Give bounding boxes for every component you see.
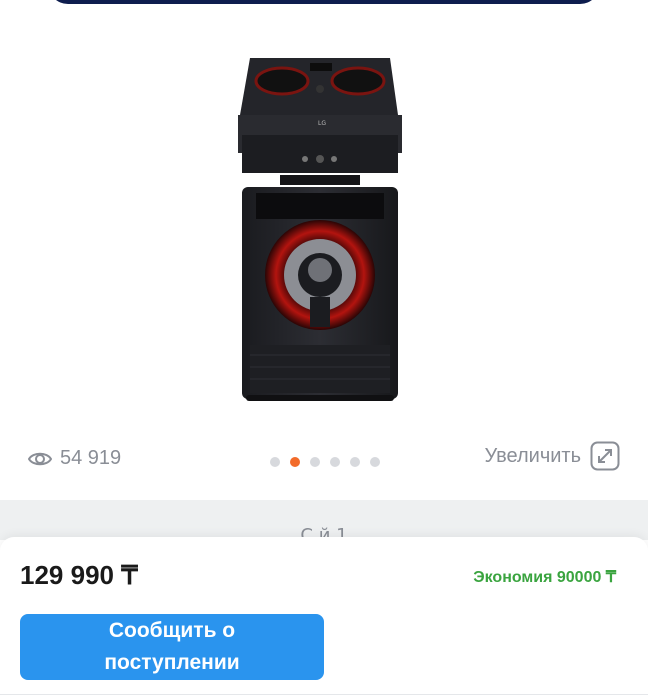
- zoom-label: Увеличить: [484, 444, 581, 467]
- views-count: 54 919: [60, 447, 122, 469]
- notify-availability-button[interactable]: Сообщить о поступлении: [20, 614, 324, 680]
- purchase-panel: 129 990 ₸ Экономия 90000 ₸ Сообщить о по…: [0, 537, 648, 699]
- pagination-dot[interactable]: [370, 457, 380, 467]
- expand-icon: [590, 441, 620, 471]
- notify-button-line1: Сообщить о: [108, 619, 236, 642]
- notify-button-line2: поступлении: [104, 651, 240, 674]
- zoom-button[interactable]: Увеличить: [485, 441, 620, 471]
- pagination-dot[interactable]: [310, 457, 320, 467]
- eye-icon: [28, 452, 52, 465]
- views-counter: 54 919: [28, 447, 121, 470]
- pagination-dot[interactable]: [350, 457, 360, 467]
- svg-text:LG: LG: [318, 120, 326, 127]
- pagination-dot[interactable]: [330, 457, 340, 467]
- price: 129 990 ₸: [20, 560, 138, 590]
- bottom-divider: [0, 694, 648, 695]
- gallery-meta-row: 54 919 Увеличить: [0, 436, 648, 480]
- speaker-illustration: LG: [238, 58, 402, 401]
- pagination-dot[interactable]: [270, 457, 280, 467]
- product-image[interactable]: LG: [230, 55, 410, 405]
- top-bar: [48, 0, 600, 4]
- gallery-pagination: [270, 457, 390, 467]
- savings-label: Экономия 90000 ₸: [473, 569, 616, 586]
- info-strip: С й 1: [0, 500, 648, 540]
- pagination-dot-active[interactable]: [290, 457, 300, 467]
